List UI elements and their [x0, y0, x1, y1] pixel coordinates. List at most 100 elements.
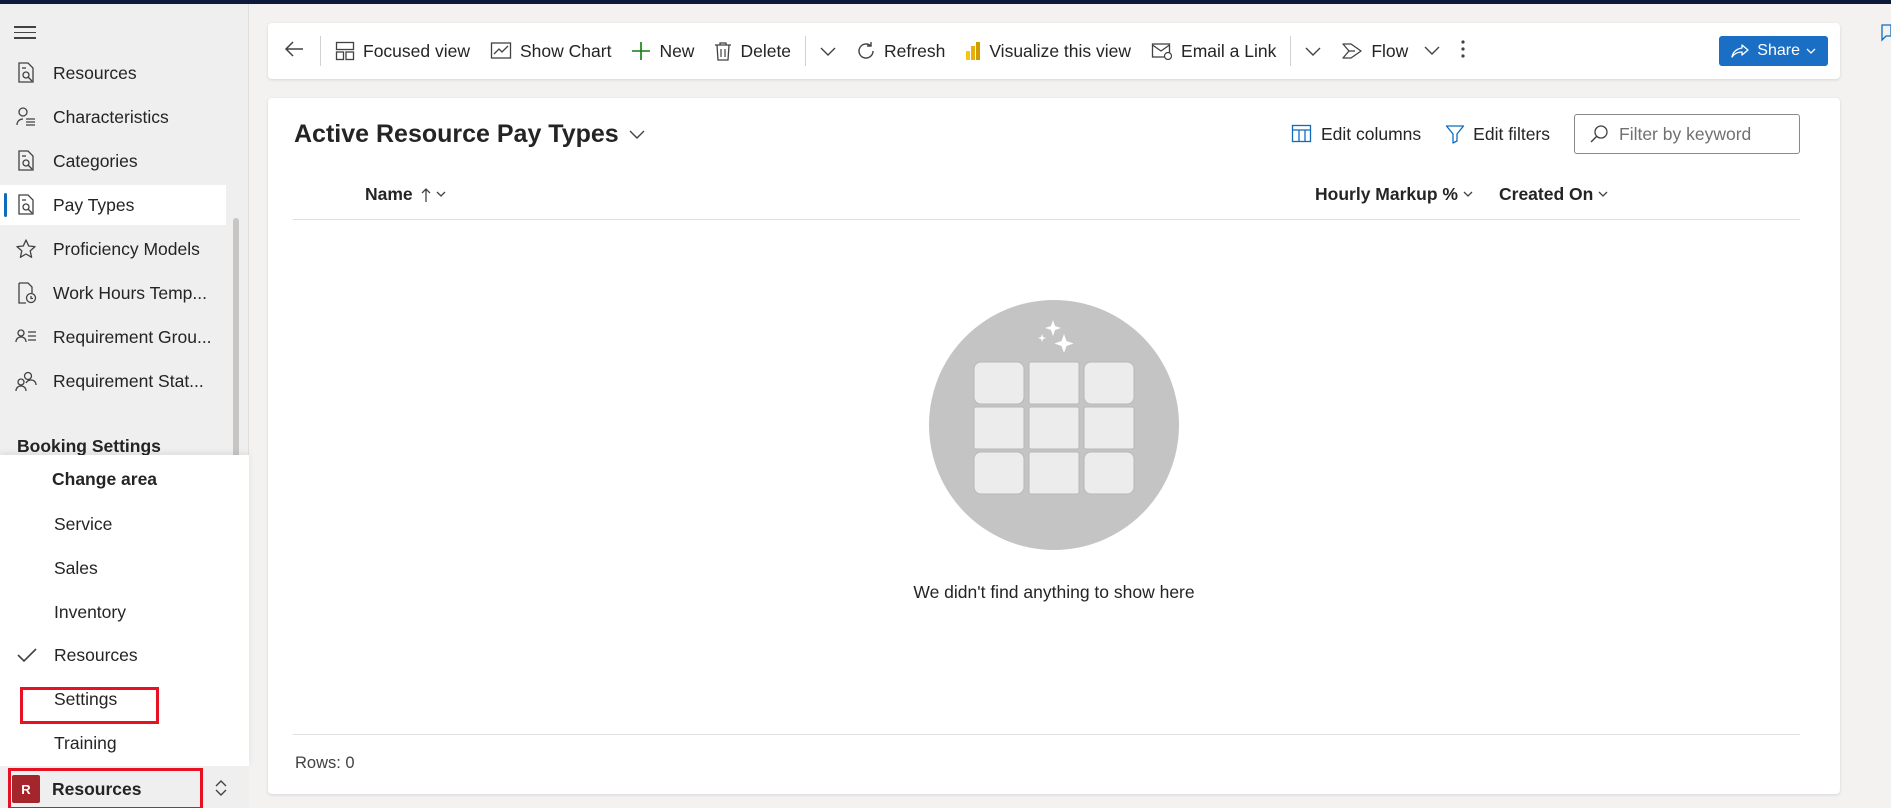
edit-columns-button[interactable]: Edit columns — [1291, 124, 1421, 145]
area-switcher-label: Resources — [52, 778, 142, 799]
clock-document-icon — [14, 281, 38, 305]
arrow-left-icon — [284, 40, 304, 63]
sidebar-item-label: Resources — [53, 62, 137, 83]
power-bi-icon — [965, 41, 981, 61]
view-actions: Edit columns Edit filters — [1291, 114, 1800, 154]
separator — [805, 36, 807, 66]
chevron-up-down-icon — [213, 778, 229, 803]
area-item-service[interactable]: Service — [0, 504, 249, 544]
sidebar-item-label: Proficiency Models — [53, 238, 200, 259]
command-bar: Focused view Show Chart New Delete Refre… — [268, 23, 1840, 79]
visualize-view-button[interactable]: Visualize this view — [955, 31, 1141, 71]
column-header-created-on[interactable]: Created On — [1499, 184, 1608, 205]
section-header-booking-settings: Booking Settings — [17, 436, 161, 456]
grid-layout-icon — [335, 41, 355, 61]
show-chart-button[interactable]: Show Chart — [480, 31, 621, 71]
area-item-label: Resources — [54, 644, 138, 665]
sidebar-item-resources[interactable]: Resources — [0, 53, 226, 93]
sidebar-item-label: Work Hours Temp... — [53, 282, 207, 303]
area-switcher[interactable]: R Resources — [0, 766, 249, 808]
chart-icon — [490, 41, 512, 61]
sitemap-sidebar: Resources Characteristics Categories Pay… — [0, 4, 249, 808]
sidebar-item-pay-types[interactable]: Pay Types — [0, 185, 226, 225]
share-button[interactable]: Share — [1719, 36, 1828, 66]
sidebar-item-work-hours-templates[interactable]: Work Hours Temp... — [0, 273, 226, 313]
person-characteristics-icon — [14, 105, 38, 129]
email-link-icon — [1151, 42, 1173, 60]
more-delete-options-button[interactable] — [810, 31, 846, 71]
view-selector[interactable]: Active Resource Pay Types — [294, 120, 645, 149]
share-label: Share — [1757, 42, 1800, 59]
column-label: Name — [365, 184, 413, 204]
view-panel: Active Resource Pay Types Edit columns E… — [268, 98, 1840, 794]
separator — [1290, 36, 1292, 66]
sidebar-item-label: Requirement Stat... — [53, 370, 204, 391]
email-link-label: Email a Link — [1181, 40, 1277, 61]
chevron-down-icon — [1305, 41, 1321, 62]
back-button[interactable] — [268, 31, 320, 71]
area-item-label: Sales — [54, 557, 98, 578]
area-item-sales[interactable]: Sales — [0, 548, 249, 588]
column-header-hourly-markup[interactable]: Hourly Markup % — [1315, 184, 1473, 205]
area-item-label: Inventory — [54, 601, 126, 622]
chevron-down-icon — [1806, 48, 1816, 55]
email-link-button[interactable]: Email a Link — [1141, 31, 1286, 71]
chat-icon[interactable] — [1872, 20, 1891, 44]
area-item-label: Settings — [54, 688, 118, 709]
chevron-down-icon — [1463, 191, 1473, 198]
refresh-button[interactable]: Refresh — [846, 31, 955, 71]
top-accent-bar — [0, 0, 1891, 4]
resource-list-icon — [14, 149, 38, 173]
sort-ascending-icon — [421, 187, 431, 203]
edit-filters-button[interactable]: Edit filters — [1445, 124, 1550, 145]
new-label: New — [659, 40, 695, 61]
empty-state-message: We didn't find anything to show here — [913, 582, 1195, 602]
more-commands-button[interactable] — [1450, 31, 1476, 71]
search-input[interactable] — [1619, 123, 1789, 145]
area-item-settings[interactable]: Settings — [0, 679, 249, 719]
sidebar-item-categories[interactable]: Categories — [0, 141, 226, 181]
flow-label: Flow — [1371, 40, 1409, 61]
new-button[interactable]: New — [621, 31, 704, 71]
edit-columns-icon — [1291, 124, 1313, 144]
filter-icon — [1445, 124, 1465, 144]
divider — [293, 734, 1800, 735]
sidebar-item-label: Categories — [53, 150, 138, 171]
sidebar-item-proficiency-models[interactable]: Proficiency Models — [0, 229, 226, 269]
flow-button[interactable]: Flow — [1331, 31, 1450, 71]
delete-button[interactable]: Delete — [704, 31, 801, 71]
edit-filters-label: Edit filters — [1473, 123, 1550, 144]
resource-list-icon — [14, 193, 38, 217]
refresh-icon — [856, 41, 876, 61]
column-header-name[interactable]: Name — [365, 184, 446, 205]
chevron-down-icon — [1424, 46, 1440, 56]
sidebar-item-requirement-groups[interactable]: Requirement Grou... — [0, 317, 226, 357]
more-vertical-icon — [1460, 39, 1466, 64]
rows-count: Rows: 0 — [295, 754, 355, 772]
change-area-title: Change area — [52, 469, 158, 489]
person-list-icon — [14, 325, 38, 349]
flow-icon — [1341, 42, 1363, 60]
visualize-label: Visualize this view — [989, 40, 1132, 61]
area-item-resources[interactable]: Resources — [0, 635, 249, 675]
sidebar-item-characteristics[interactable]: Characteristics — [0, 97, 226, 137]
focused-view-button[interactable]: Focused view — [325, 31, 480, 71]
chevron-down-icon — [1598, 191, 1608, 198]
hamburger-menu-icon[interactable] — [14, 22, 36, 44]
area-item-training[interactable]: Training — [0, 723, 249, 763]
show-chart-label: Show Chart — [520, 40, 612, 61]
star-icon — [14, 237, 38, 261]
grid-column-headers: Name Hourly Markup % Created On — [293, 166, 1800, 220]
sidebar-scrollbar[interactable] — [233, 218, 239, 458]
sidebar-item-label: Pay Types — [53, 194, 135, 215]
delete-label: Delete — [740, 40, 792, 61]
sidebar-item-label: Characteristics — [53, 106, 169, 127]
people-icon — [14, 369, 38, 393]
filter-by-keyword-field[interactable] — [1574, 114, 1800, 154]
area-item-inventory[interactable]: Inventory — [0, 592, 249, 632]
refresh-label: Refresh — [884, 40, 946, 61]
more-email-options-button[interactable] — [1295, 31, 1331, 71]
focused-view-label: Focused view — [363, 40, 470, 61]
chevron-down-icon — [629, 130, 645, 140]
sidebar-item-requirement-statuses[interactable]: Requirement Stat... — [0, 361, 226, 401]
